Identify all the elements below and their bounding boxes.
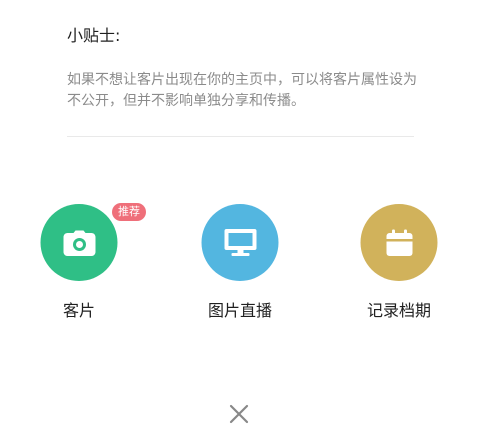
monitor-icon <box>201 204 279 281</box>
tips-body: 如果不想让客片出现在你的主页中，可以将客片属性设为不公开，但并不影响单独分享和传… <box>67 72 417 109</box>
calendar-icon <box>360 204 438 281</box>
divider <box>67 136 414 137</box>
action-label-client-photos: 客片 <box>62 301 95 320</box>
action-schedule[interactable]: 记录档期 <box>339 204 459 324</box>
action-live-photos[interactable]: 图片直播 <box>180 204 300 324</box>
action-label-live-photos: 图片直播 <box>207 301 272 320</box>
action-label-schedule: 记录档期 <box>366 301 431 320</box>
action-client-photos[interactable]: 客片 <box>19 204 139 324</box>
close-icon <box>229 404 249 424</box>
tips-title: 小贴士: <box>67 26 121 45</box>
recommend-badge: 推荐 <box>112 203 146 221</box>
close-button[interactable] <box>225 400 253 428</box>
camera-icon <box>40 204 118 281</box>
